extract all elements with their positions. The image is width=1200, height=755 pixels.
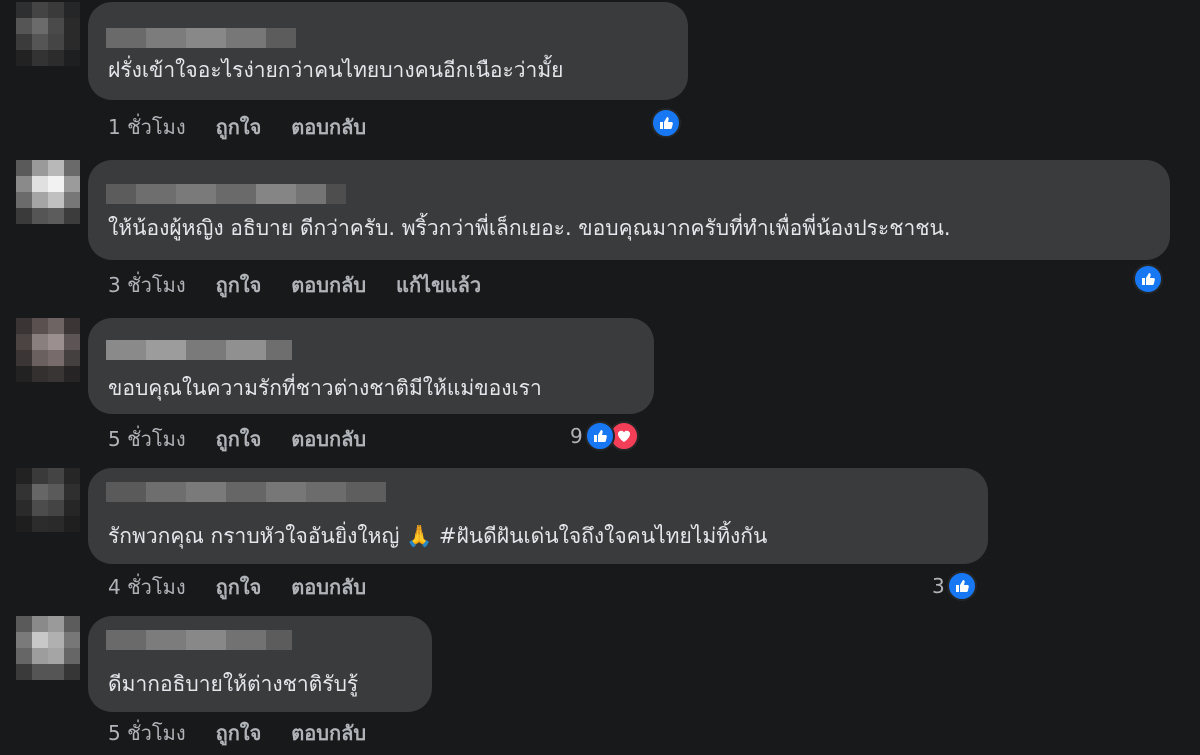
comment-time[interactable]: 4 ชั่วโมง xyxy=(108,574,186,600)
avatar[interactable] xyxy=(16,2,80,66)
comment-time[interactable]: 5 ชั่วโมง xyxy=(108,720,186,746)
comment-actions: 3 ชั่วโมง ถูกใจ ตอบกลับ แก้ไขแล้ว xyxy=(108,272,481,298)
commenter-name-blurred[interactable] xyxy=(106,482,386,502)
reply-link[interactable]: ตอบกลับ xyxy=(291,426,366,452)
like-link[interactable]: ถูกใจ xyxy=(216,426,262,452)
comment-bubble: ขอบคุณในความรักที่ชาวต่างชาติมีให้แม่ของ… xyxy=(88,318,654,414)
like-link[interactable]: ถูกใจ xyxy=(216,720,262,746)
comment-text: ให้น้องผู้หญิง อธิบาย ดีกว่าครับ. พริ้วก… xyxy=(108,216,951,240)
like-icon xyxy=(1133,264,1163,294)
commenter-name-blurred[interactable] xyxy=(106,28,296,48)
comment-actions: 5 ชั่วโมง ถูกใจ ตอบกลับ xyxy=(108,426,366,452)
comment-bubble: ดีมากอธิบายให้ต่างชาติรับรู้ xyxy=(88,616,432,712)
commenter-name-blurred[interactable] xyxy=(106,184,346,204)
reply-link[interactable]: ตอบกลับ xyxy=(291,720,366,746)
comment-text: รักพวกคุณ กราบหัวใจอันยิ่งใหญ่ 🙏 #ฝันดีฝ… xyxy=(108,524,768,548)
comment-bubble: ฝรั่งเข้าใจอะไรง่ายกว่าคนไทยบางคนอีกเนือ… xyxy=(88,2,688,100)
edited-label[interactable]: แก้ไขแล้ว xyxy=(396,272,481,298)
comment-text: ดีมากอธิบายให้ต่างชาติรับรู้ xyxy=(108,672,359,696)
reply-link[interactable]: ตอบกลับ xyxy=(291,114,366,140)
reactions[interactable] xyxy=(651,108,681,138)
like-icon xyxy=(946,571,977,601)
comment-text: ฝรั่งเข้าใจอะไรง่ายกว่าคนไทยบางคนอีกเนือ… xyxy=(108,58,564,82)
reply-link[interactable]: ตอบกลับ xyxy=(291,272,366,298)
like-link[interactable]: ถูกใจ xyxy=(216,574,262,600)
comment-bubble: รักพวกคุณ กราบหัวใจอันยิ่งใหญ่ 🙏 #ฝันดีฝ… xyxy=(88,468,988,564)
comment-text: ขอบคุณในความรักที่ชาวต่างชาติมีให้แม่ของ… xyxy=(108,376,542,400)
comment-actions: 4 ชั่วโมง ถูกใจ ตอบกลับ xyxy=(108,574,366,600)
reactions[interactable]: 3 xyxy=(932,571,977,601)
like-icon xyxy=(584,421,615,451)
comment-time[interactable]: 3 ชั่วโมง xyxy=(108,272,186,298)
avatar[interactable] xyxy=(16,160,80,224)
comment-bubble: ให้น้องผู้หญิง อธิบาย ดีกว่าครับ. พริ้วก… xyxy=(88,160,1170,260)
avatar[interactable] xyxy=(16,318,80,382)
avatar[interactable] xyxy=(16,616,80,680)
like-link[interactable]: ถูกใจ xyxy=(216,114,262,140)
like-icon xyxy=(651,108,681,138)
comment-actions: 5 ชั่วโมง ถูกใจ ตอบกลับ xyxy=(108,720,366,746)
reactions[interactable] xyxy=(1133,264,1163,294)
reaction-count: 9 xyxy=(570,424,583,448)
reactions[interactable]: 9 xyxy=(570,421,639,451)
like-link[interactable]: ถูกใจ xyxy=(216,272,262,298)
comment-time[interactable]: 5 ชั่วโมง xyxy=(108,426,186,452)
avatar[interactable] xyxy=(16,468,80,532)
reaction-count: 3 xyxy=(932,574,945,598)
commenter-name-blurred[interactable] xyxy=(106,630,292,650)
reply-link[interactable]: ตอบกลับ xyxy=(291,574,366,600)
commenter-name-blurred[interactable] xyxy=(106,340,292,360)
comment-time[interactable]: 1 ชั่วโมง xyxy=(108,114,186,140)
comment-actions: 1 ชั่วโมง ถูกใจ ตอบกลับ xyxy=(108,114,366,140)
